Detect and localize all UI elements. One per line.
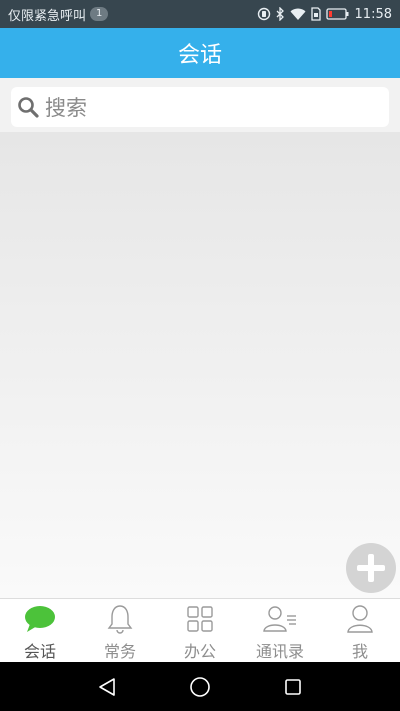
search-area: 搜索 — [0, 78, 400, 132]
sim-icon — [310, 7, 321, 21]
tab-label: 通讯录 — [255, 642, 304, 661]
home-circle-icon — [189, 676, 211, 698]
emergency-calls-text: 仅限紧急呼叫 — [8, 8, 87, 24]
plus-icon — [356, 553, 386, 583]
tab-label: 办公 — [183, 642, 216, 661]
tab-routine[interactable]: 常务 — [80, 599, 160, 662]
home-button[interactable] — [180, 667, 220, 707]
app-header: 会话 — [0, 28, 400, 78]
search-input[interactable]: 搜索 — [11, 87, 389, 127]
grid-icon — [186, 603, 214, 634]
tab-label: 我 — [351, 642, 368, 661]
recents-square-icon — [284, 678, 302, 696]
tab-label: 会话 — [23, 642, 56, 661]
tab-office[interactable]: 办公 — [160, 599, 240, 662]
search-icon — [17, 96, 39, 118]
status-bar: 仅限紧急呼叫 1 11:58 — [0, 0, 400, 28]
page-title: 会话 — [177, 43, 222, 68]
tab-me[interactable]: 我 — [320, 599, 400, 662]
add-button[interactable] — [346, 543, 396, 593]
clock: 11:58 — [354, 6, 392, 22]
bluetooth-icon — [276, 7, 285, 21]
notification-count-badge: 1 — [90, 7, 109, 21]
vibrate-icon — [257, 7, 271, 21]
tab-conversations[interactable]: 会话 — [0, 599, 80, 662]
tab-contacts[interactable]: 通讯录 — [240, 599, 320, 662]
chat-bubble-icon — [24, 603, 56, 634]
wifi-icon — [290, 8, 306, 21]
bell-icon — [107, 603, 133, 634]
contacts-icon — [263, 603, 297, 634]
tab-label: 常务 — [103, 642, 136, 661]
system-nav-bar — [0, 662, 400, 711]
search-placeholder: 搜索 — [45, 96, 87, 120]
conversation-list[interactable] — [0, 132, 400, 598]
person-icon — [346, 603, 374, 634]
back-button[interactable] — [87, 667, 127, 707]
back-triangle-icon — [98, 677, 116, 697]
recents-button[interactable] — [273, 667, 313, 707]
battery-low-icon — [325, 8, 350, 20]
bottom-tab-bar: 会话 常务 办公 通讯录 我 — [0, 598, 400, 662]
